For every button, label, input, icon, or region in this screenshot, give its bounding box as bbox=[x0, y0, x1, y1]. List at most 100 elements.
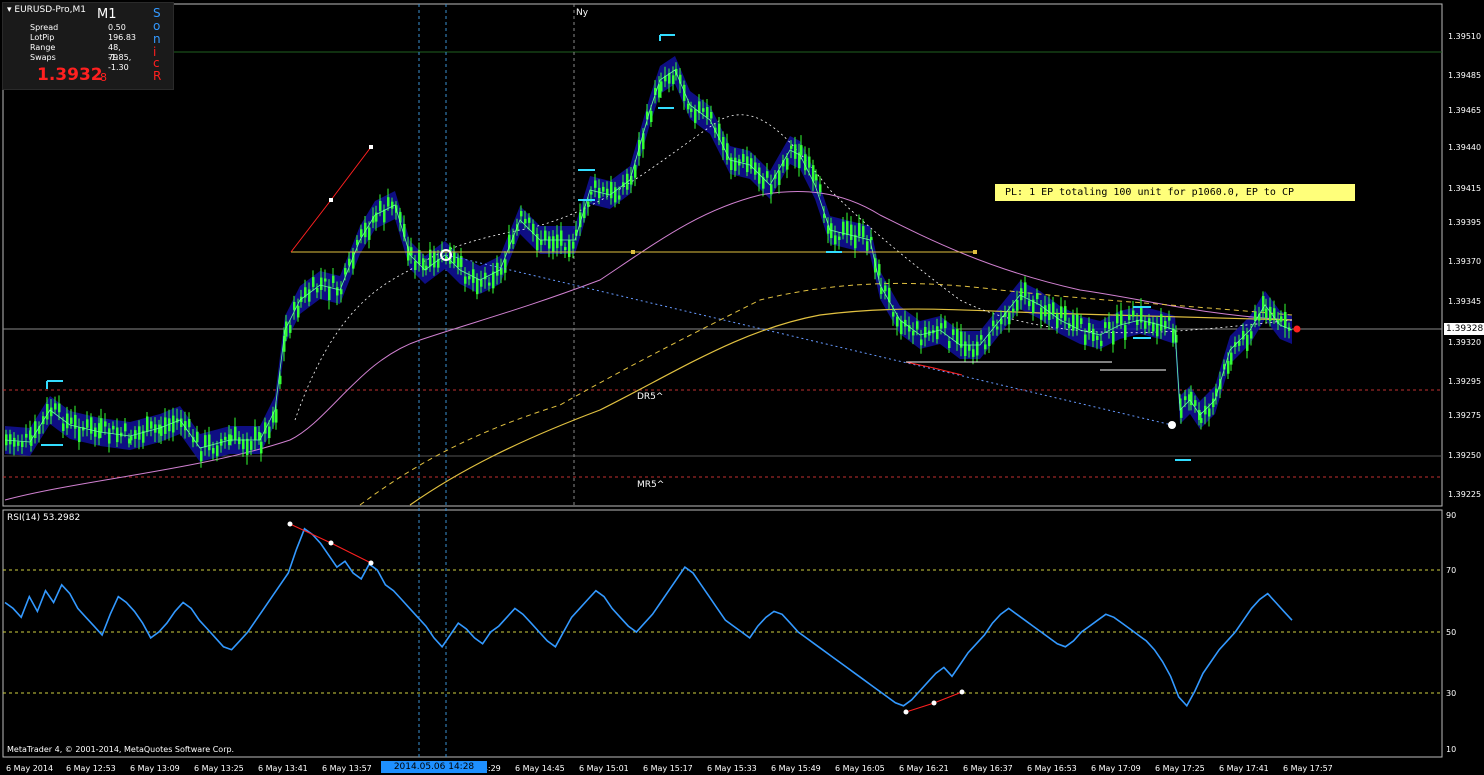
candle-body bbox=[690, 108, 693, 112]
price-tick-label: 1.39370 bbox=[1448, 257, 1481, 266]
candle-body bbox=[548, 236, 551, 249]
candle-body bbox=[1020, 288, 1023, 301]
candle-body bbox=[104, 421, 107, 427]
price-tick-label: 1.39395 bbox=[1448, 218, 1481, 227]
candle-body bbox=[766, 171, 769, 178]
info-value: 196.83 bbox=[108, 33, 136, 42]
price-tick-label: 1.39250 bbox=[1448, 451, 1481, 460]
exit-circle-icon[interactable] bbox=[1168, 421, 1176, 429]
candle-body bbox=[800, 145, 803, 156]
time-tick-label: 6 May 14:45 bbox=[515, 764, 565, 773]
candle-body bbox=[618, 195, 621, 200]
trading-chart[interactable]: Ny DR5^ MR5^ 1.39510 1.39485 1.39465 1.3944… bbox=[0, 0, 1484, 775]
candle-body bbox=[896, 316, 899, 327]
sonic-letter: n bbox=[153, 32, 161, 46]
candle-body bbox=[1040, 307, 1043, 320]
copyright-text: MetaTrader 4, © 2001-2014, MetaQuotes So… bbox=[7, 745, 234, 754]
candle-body bbox=[124, 423, 127, 432]
candle-body bbox=[46, 404, 49, 420]
candle-body bbox=[216, 445, 219, 457]
candle-body bbox=[254, 426, 257, 440]
candle-body bbox=[544, 230, 547, 241]
candle-body bbox=[1172, 328, 1175, 343]
time-tick-label: 6 May 15:49 bbox=[771, 764, 821, 773]
candle-body bbox=[560, 230, 563, 246]
time-tick-label: 6 May 13:25 bbox=[194, 764, 244, 773]
candle-body bbox=[410, 247, 413, 256]
rsi-divergence-point bbox=[328, 540, 334, 546]
candle-body bbox=[1016, 300, 1019, 311]
time-tick-label: 6 May 13:57 bbox=[322, 764, 372, 773]
candle-body bbox=[710, 111, 713, 119]
candle-body bbox=[614, 187, 617, 203]
candle-body bbox=[1024, 282, 1027, 297]
time-tick-label: 6 May 12:53 bbox=[66, 764, 116, 773]
candle-body bbox=[992, 320, 995, 327]
candle-body bbox=[379, 200, 382, 211]
candle-body bbox=[316, 287, 319, 293]
candle-body bbox=[940, 323, 943, 329]
candle-body bbox=[1184, 396, 1187, 401]
candle-body bbox=[866, 241, 869, 251]
candle-body bbox=[25, 433, 28, 438]
candle-body bbox=[778, 170, 781, 185]
candle-body bbox=[86, 419, 89, 428]
candle-body bbox=[1280, 316, 1283, 322]
candle-body bbox=[884, 285, 887, 292]
price-tick-label: 1.39225 bbox=[1448, 490, 1481, 499]
candle-body bbox=[754, 162, 757, 175]
sonic-letter: R bbox=[153, 69, 162, 83]
candle-body bbox=[924, 327, 927, 338]
candle-body bbox=[293, 301, 296, 310]
sonic-letter: S bbox=[153, 6, 161, 20]
time-axis[interactable]: 6 May 2014 6 May 12:53 6 May 13:09 6 May 13… bbox=[6, 764, 1333, 773]
candle-body bbox=[912, 330, 915, 336]
rsi-axis: 90 70 50 30 10 bbox=[1446, 511, 1456, 754]
candle-body bbox=[1044, 305, 1047, 317]
candle-body bbox=[1200, 418, 1203, 423]
rsi-tick-30: 30 bbox=[1446, 689, 1456, 698]
candle-body bbox=[1227, 360, 1230, 374]
candle-body bbox=[238, 437, 241, 445]
candle-body bbox=[336, 287, 339, 296]
candle-body bbox=[488, 282, 491, 286]
candle-body bbox=[694, 109, 697, 123]
candle-body bbox=[920, 339, 923, 346]
rsi-divergence-point bbox=[368, 560, 374, 566]
time-tick-label: 6 May 13:09 bbox=[130, 764, 180, 773]
candle-body bbox=[726, 143, 729, 160]
symbol-info-panel[interactable]: ▾ EURUSD-Pro,M1 M1 Spread 0.50 LotPip 196.… bbox=[2, 2, 174, 90]
candle-body bbox=[1284, 311, 1287, 328]
price-tick-label: 1.39465 bbox=[1448, 106, 1481, 115]
price-tick-label: 1.39510 bbox=[1448, 32, 1481, 41]
candle-body bbox=[387, 197, 390, 207]
candle-body bbox=[246, 438, 249, 456]
rsi-panel-frame[interactable] bbox=[2, 509, 1443, 758]
info-label: Range bbox=[30, 43, 56, 52]
symbol-dropdown[interactable]: ▾ EURUSD-Pro,M1 bbox=[7, 5, 86, 15]
entry-end-marker bbox=[973, 250, 977, 254]
candle-body bbox=[520, 211, 523, 217]
candle-body bbox=[900, 320, 903, 335]
candle-body bbox=[850, 224, 853, 240]
bid-price-pipette: 8 bbox=[100, 71, 107, 84]
candle-body bbox=[564, 247, 567, 251]
current-price-tag: 1.39328 bbox=[1444, 323, 1484, 335]
candle-body bbox=[1144, 321, 1147, 329]
current-price-dot bbox=[1293, 325, 1301, 333]
candle-body bbox=[480, 279, 483, 287]
candle-body bbox=[819, 184, 822, 193]
pl-status-box: PL: 1 EP totaling 100 unit for p1060.0, … bbox=[995, 184, 1355, 201]
candle-body bbox=[786, 158, 789, 170]
candle-body bbox=[154, 424, 157, 433]
candle-body bbox=[242, 439, 245, 450]
candle-body bbox=[196, 431, 199, 443]
divergence-point bbox=[369, 145, 373, 149]
divergence-point bbox=[329, 198, 333, 202]
candle-body bbox=[275, 409, 278, 423]
time-tick-label: 6 May 15:17 bbox=[643, 764, 693, 773]
price-axis[interactable]: 1.39510 1.39485 1.39465 1.39440 1.39415 1.393… bbox=[1448, 32, 1481, 499]
ny-label: Ny bbox=[576, 8, 589, 18]
candle-body bbox=[90, 417, 93, 434]
candle-body bbox=[224, 436, 227, 441]
